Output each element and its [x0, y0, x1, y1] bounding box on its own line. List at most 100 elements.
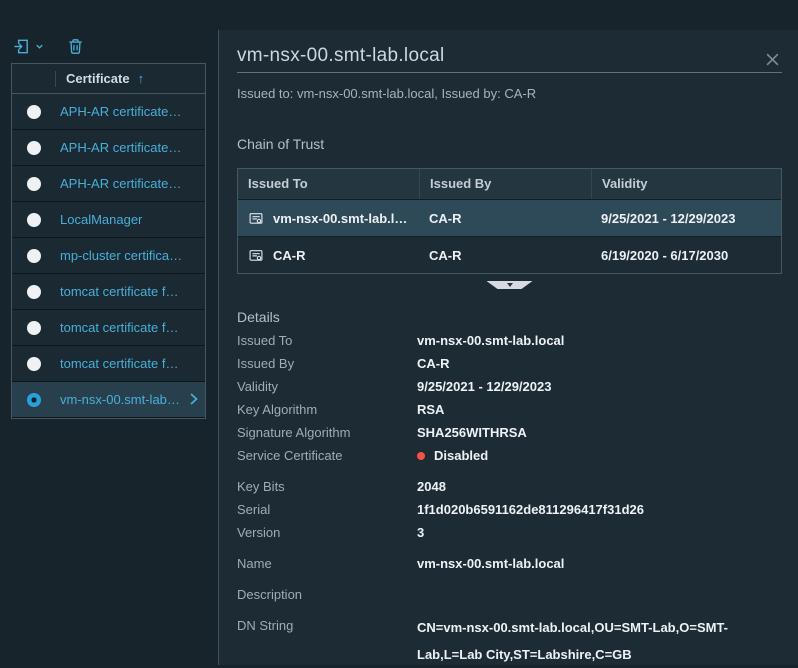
- page-title: vm-nsx-00.smt-lab.local: [237, 44, 782, 68]
- table-expander-handle[interactable]: [487, 281, 533, 289]
- detail-label: Key Algorithm: [237, 398, 417, 421]
- delete-certificate-button[interactable]: [66, 37, 85, 56]
- issued-to-cell: vm-nsx-00.smt-lab.l…: [273, 211, 407, 226]
- status-circle-icon: [27, 177, 41, 191]
- chain-table-header: Issued To Issued By Validity: [238, 169, 781, 199]
- certificate-link[interactable]: LocalManager: [60, 212, 142, 227]
- chain-table-body: vm-nsx-00.smt-lab.l… CA-R 9/25/2021 - 12…: [238, 199, 781, 273]
- issued-summary: Issued to: vm-nsx-00.smt-lab.local, Issu…: [237, 86, 782, 102]
- detail-label: Issued By: [237, 352, 417, 375]
- certificate-link[interactable]: mp-cluster certifica…: [60, 248, 182, 263]
- certificate-rows: APH-AR certificate… APH-AR certificate… …: [12, 94, 205, 418]
- detail-value: 9/25/2021 - 12/29/2023: [417, 375, 551, 398]
- sort-ascending-icon[interactable]: ↑: [138, 71, 145, 86]
- certificate-list-item[interactable]: APH-AR certificate…: [12, 94, 205, 130]
- detail-label: Validity: [237, 375, 417, 398]
- certificate-link[interactable]: tomcat certificate f…: [60, 284, 178, 299]
- certificate-link[interactable]: tomcat certificate f…: [60, 320, 178, 335]
- certificate-link[interactable]: vm-nsx-00.smt-lab…: [60, 392, 180, 407]
- certificate-toolbar: [12, 37, 85, 56]
- certificate-sidebar: Certificate ↑ APH-AR certificate… APH-AR…: [0, 0, 218, 665]
- column-divider: [12, 71, 56, 87]
- detail-row: Validity 9/25/2021 - 12/29/2023: [237, 375, 782, 398]
- chain-table-row[interactable]: vm-nsx-00.smt-lab.l… CA-R 9/25/2021 - 12…: [238, 199, 781, 236]
- certificate-column-header[interactable]: Certificate: [66, 71, 130, 86]
- certificate-list-item[interactable]: mp-cluster certifica…: [12, 238, 205, 274]
- certificate-list-item[interactable]: LocalManager: [12, 202, 205, 238]
- certificate-list-item[interactable]: vm-nsx-00.smt-lab…: [12, 382, 205, 418]
- certificate-list: Certificate ↑ APH-AR certificate… APH-AR…: [11, 63, 206, 419]
- detail-value: CA-R: [417, 352, 450, 375]
- detail-label: Issued To: [237, 329, 417, 352]
- detail-value: RSA: [417, 398, 444, 421]
- detail-label: DN String: [237, 614, 417, 668]
- certificate-list-item[interactable]: tomcat certificate f…: [12, 274, 205, 310]
- details-list: Issued To vm-nsx-00.smt-lab.local Issued…: [237, 329, 782, 668]
- certificate-link[interactable]: APH-AR certificate…: [60, 104, 181, 119]
- status-circle-icon: [27, 249, 41, 263]
- detail-row: Description: [237, 583, 782, 606]
- detail-label: Version: [237, 521, 417, 544]
- detail-row: Key Bits 2048: [237, 475, 782, 498]
- detail-value: SHA256WITHRSA: [417, 421, 527, 444]
- detail-row: Version 3: [237, 521, 782, 544]
- issued-by-cell: CA-R: [429, 211, 462, 226]
- status-circle-icon: [27, 213, 41, 227]
- validity-cell: 9/25/2021 - 12/29/2023: [601, 211, 735, 226]
- certificate-list-item[interactable]: tomcat certificate f…: [12, 346, 205, 382]
- chain-table-row[interactable]: CA-R CA-R 6/19/2020 - 6/17/2030: [238, 236, 781, 273]
- detail-row: DN String CN=vm-nsx-00.smt-lab.local,OU=…: [237, 614, 782, 668]
- certificate-list-header: Certificate ↑: [12, 64, 205, 94]
- column-issued-to: Issued To: [238, 169, 419, 199]
- detail-label: Name: [237, 552, 417, 575]
- column-issued-by: Issued By: [419, 169, 591, 199]
- status-circle-icon: [27, 141, 41, 155]
- chevron-down-icon: [34, 41, 45, 52]
- issued-by-cell: CA-R: [429, 248, 462, 263]
- certificate-detail-panel: vm-nsx-00.smt-lab.local Issued to: vm-ns…: [219, 30, 798, 665]
- detail-row: Signature Algorithm SHA256WITHRSA: [237, 421, 782, 444]
- detail-row: Name vm-nsx-00.smt-lab.local: [237, 552, 782, 575]
- certificate-icon: [248, 248, 264, 263]
- certificate-link[interactable]: APH-AR certificate…: [60, 140, 181, 155]
- status-circle-icon: [27, 105, 41, 119]
- detail-value: vm-nsx-00.smt-lab.local: [417, 329, 564, 352]
- detail-value: 3: [417, 521, 424, 544]
- service-certificate-status: Disabled: [417, 444, 488, 467]
- import-export-button[interactable]: [12, 37, 45, 56]
- details-heading: Details: [237, 308, 782, 326]
- selected-radio-icon: [27, 393, 41, 407]
- import-icon: [12, 37, 31, 56]
- issued-to-cell: CA-R: [273, 248, 306, 263]
- status-circle-icon: [27, 357, 41, 371]
- detail-value: 1f1d020b6591162de811296417f31d26: [417, 498, 644, 521]
- detail-value: 2048: [417, 475, 446, 498]
- chain-of-trust-heading: Chain of Trust: [237, 135, 782, 153]
- caret-down-icon: [507, 283, 513, 287]
- certificate-link[interactable]: APH-AR certificate…: [60, 176, 181, 191]
- detail-row: Key Algorithm RSA: [237, 398, 782, 421]
- detail-label: Key Bits: [237, 475, 417, 498]
- detail-label: Description: [237, 583, 417, 606]
- status-dot-disabled: [417, 452, 425, 460]
- detail-row: Service Certificate Disabled: [237, 444, 782, 467]
- certificate-icon: [248, 211, 264, 226]
- certificate-list-item[interactable]: APH-AR certificate…: [12, 166, 205, 202]
- certificate-list-item[interactable]: APH-AR certificate…: [12, 130, 205, 166]
- close-icon: [765, 52, 780, 67]
- detail-label: Service Certificate: [237, 444, 417, 467]
- title-divider: [237, 72, 782, 73]
- column-validity: Validity: [591, 169, 781, 199]
- chain-of-trust-table: Issued To Issued By Validity vm-nsx-00.s…: [237, 168, 782, 274]
- validity-cell: 6/19/2020 - 6/17/2030: [601, 248, 728, 263]
- detail-row: Issued To vm-nsx-00.smt-lab.local: [237, 329, 782, 352]
- status-circle-icon: [27, 321, 41, 335]
- detail-label: Serial: [237, 498, 417, 521]
- status-circle-icon: [27, 285, 41, 299]
- trash-icon: [66, 37, 85, 56]
- close-button[interactable]: [761, 48, 784, 71]
- certificate-link[interactable]: tomcat certificate f…: [60, 356, 178, 371]
- detail-value: CN=vm-nsx-00.smt-lab.local,OU=SMT-Lab,O=…: [417, 614, 773, 668]
- certificate-list-item[interactable]: tomcat certificate f…: [12, 310, 205, 346]
- detail-row: Issued By CA-R: [237, 352, 782, 375]
